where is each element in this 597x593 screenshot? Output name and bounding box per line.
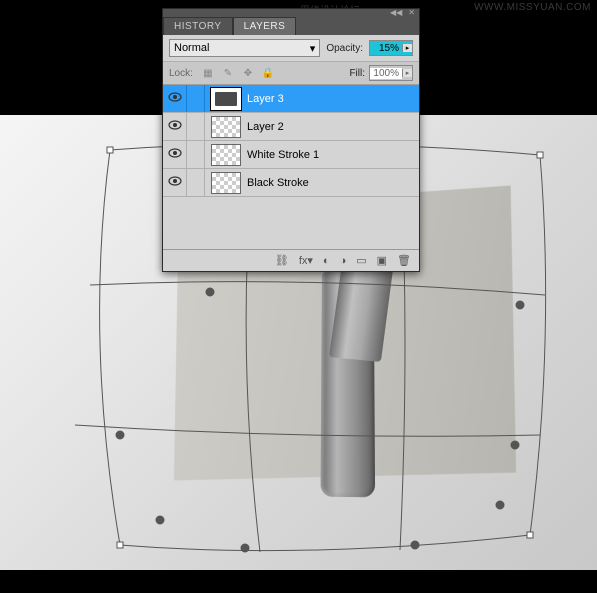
- layer-row[interactable]: Black Stroke: [163, 169, 419, 197]
- blend-mode-select[interactable]: Normal ▾: [169, 39, 320, 57]
- link-column[interactable]: [187, 169, 205, 196]
- lock-transparency-icon[interactable]: ▦: [201, 68, 215, 79]
- opacity-input[interactable]: 15% ▸: [369, 40, 413, 56]
- link-column[interactable]: [187, 113, 205, 140]
- eye-icon: [168, 176, 182, 189]
- layer-fx-icon[interactable]: fx▾: [299, 254, 313, 267]
- panel-footer: ⛓ fx▾ ◐ ◑ ▭ ▣ 🗑: [163, 249, 419, 271]
- visibility-toggle[interactable]: [163, 141, 187, 168]
- layer-name[interactable]: Layer 3: [247, 93, 284, 105]
- layers-list: Layer 3 Layer 2 White Stroke 1: [163, 85, 419, 249]
- fill-label: Fill:: [349, 68, 365, 79]
- lock-label: Lock:: [169, 68, 193, 79]
- metal-clip-object: [321, 267, 376, 498]
- delete-layer-icon[interactable]: 🗑: [397, 254, 411, 267]
- visibility-toggle[interactable]: [163, 85, 187, 112]
- layer-name[interactable]: Layer 2: [247, 121, 284, 133]
- opacity-value: 15%: [370, 43, 402, 54]
- fill-input[interactable]: 100% ▸: [369, 65, 413, 81]
- layer-thumbnail[interactable]: [211, 172, 241, 194]
- lock-position-icon[interactable]: ✥: [241, 68, 255, 79]
- opacity-flyout-icon[interactable]: ▸: [402, 44, 412, 52]
- watermark-url: WWW.MISSYUAN.COM: [474, 2, 591, 13]
- layer-name[interactable]: Black Stroke: [247, 177, 309, 189]
- close-icon[interactable]: ✕: [408, 8, 415, 17]
- visibility-toggle[interactable]: [163, 113, 187, 140]
- link-column[interactable]: [187, 85, 205, 112]
- lock-all-icon[interactable]: 🔒: [261, 68, 275, 79]
- lock-icons-group: ▦ ✎ ✥ 🔒: [201, 68, 275, 79]
- layer-row[interactable]: White Stroke 1: [163, 141, 419, 169]
- link-column[interactable]: [187, 141, 205, 168]
- adjustment-layer-icon[interactable]: ◑: [340, 255, 347, 267]
- collapse-icon[interactable]: ◀◀: [390, 8, 402, 17]
- layer-row[interactable]: Layer 2: [163, 113, 419, 141]
- blend-mode-value: Normal: [174, 42, 209, 54]
- tab-layers[interactable]: LAYERS: [233, 17, 297, 35]
- layer-thumbnail[interactable]: [211, 116, 241, 138]
- fill-flyout-icon[interactable]: ▸: [402, 69, 412, 77]
- panel-body: Normal ▾ Opacity: 15% ▸ Lock: ▦ ✎ ✥ 🔒 Fi…: [163, 35, 419, 271]
- layers-empty-area: [163, 197, 419, 249]
- lock-fill-row: Lock: ▦ ✎ ✥ 🔒 Fill: 100% ▸: [163, 62, 419, 85]
- layer-row[interactable]: Layer 3: [163, 85, 419, 113]
- layer-thumbnail[interactable]: [211, 88, 241, 110]
- tab-history[interactable]: HISTORY: [163, 17, 233, 35]
- panel-tab-bar: HISTORY LAYERS: [163, 15, 419, 35]
- layer-mask-icon[interactable]: ◐: [323, 255, 330, 267]
- opacity-label: Opacity:: [326, 43, 363, 54]
- link-layers-icon[interactable]: ⛓: [275, 254, 289, 267]
- eye-icon: [168, 120, 182, 133]
- layers-panel: ◀◀ ✕ HISTORY LAYERS Normal ▾ Opacity: 15…: [162, 8, 420, 272]
- blend-opacity-row: Normal ▾ Opacity: 15% ▸: [163, 35, 419, 62]
- eye-icon: [168, 92, 182, 105]
- layer-group-icon[interactable]: ▭: [356, 254, 366, 267]
- layer-name[interactable]: White Stroke 1: [247, 149, 319, 161]
- eye-icon: [168, 148, 182, 161]
- new-layer-icon[interactable]: ▣: [377, 254, 387, 267]
- fill-value: 100%: [370, 68, 402, 79]
- layer-thumbnail[interactable]: [211, 144, 241, 166]
- lock-pixels-icon[interactable]: ✎: [221, 68, 235, 79]
- chevron-down-icon: ▾: [310, 42, 316, 55]
- visibility-toggle[interactable]: [163, 169, 187, 196]
